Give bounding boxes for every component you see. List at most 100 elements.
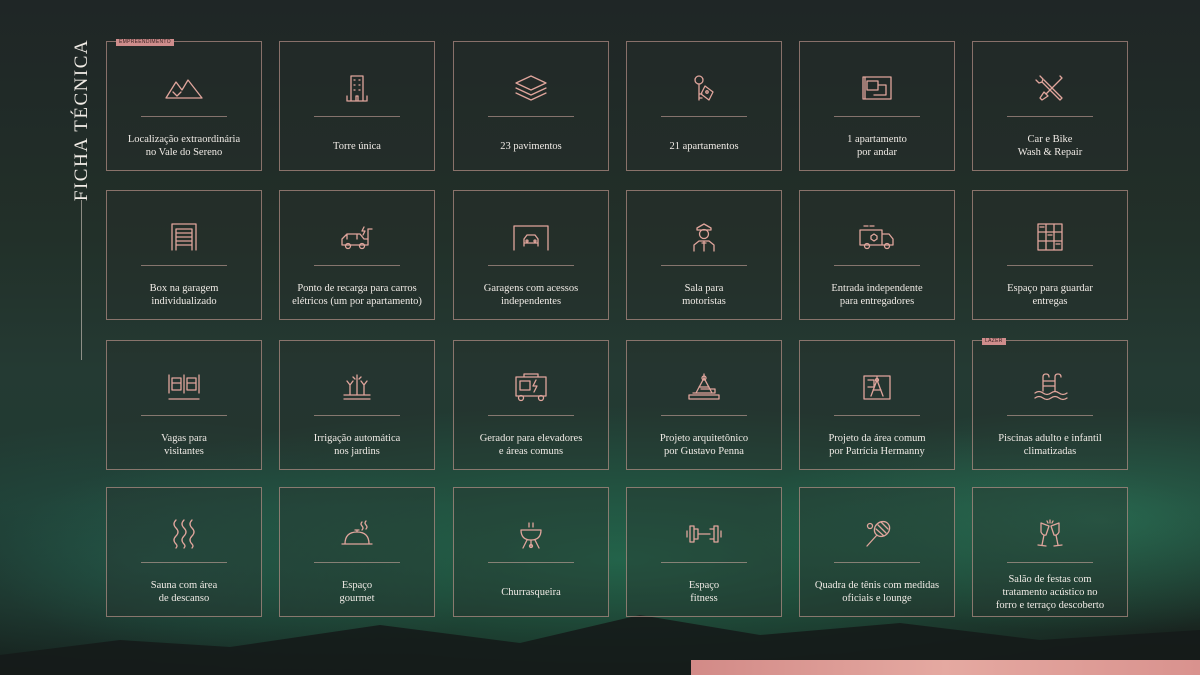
category-tag-lazer: LAZER: [982, 338, 1006, 345]
card-divider: [1007, 265, 1093, 266]
card-divider: [661, 116, 747, 117]
card-divider: [488, 415, 574, 416]
mountain-icon: [163, 72, 205, 104]
feature-card-torre: Torre única: [279, 41, 435, 171]
feature-card-fitness: Espaço fitness: [626, 487, 782, 617]
feature-card-projeto-arquitetonico: Projeto arquitetônico por Gustavo Penna: [626, 340, 782, 470]
keys-icon: [683, 72, 725, 104]
card-divider: [314, 415, 400, 416]
lockers-icon: [1029, 221, 1071, 253]
card-divider: [834, 116, 920, 117]
feature-label: Box na garagem individualizado: [149, 283, 219, 307]
feature-card-localizacao: EMPREENDIMENTO Localização extraordinári…: [106, 39, 262, 171]
feature-card-por-andar: 1 apartamento por andar: [799, 41, 955, 171]
feature-label: Projeto arquitetônico por Gustavo Penna: [659, 433, 749, 457]
visitor-cars-icon: [163, 371, 205, 403]
card-divider: [834, 415, 920, 416]
feature-card-recarga: Ponto de recarga para carros elétricos (…: [279, 190, 435, 320]
irrigation-icon: [336, 371, 378, 403]
floor-plan-icon: [856, 72, 898, 104]
feature-card-wash-repair: Car e Bike Wash & Repair: [972, 41, 1128, 171]
feature-label: Torre única: [333, 140, 381, 152]
card-divider: [488, 562, 574, 563]
feature-card-garagens: Garagens com acessos independentes: [453, 190, 609, 320]
architect-compass-icon: [683, 371, 725, 403]
card-divider: [141, 116, 227, 117]
feature-label: Localização extraordinária no Vale do Se…: [127, 134, 241, 158]
feature-label: Salão de festas com tratamento acústico …: [995, 573, 1105, 611]
feature-label: Gerador para elevadores e áreas comuns: [479, 433, 583, 457]
card-divider: [661, 265, 747, 266]
feature-card-tenis: Quadra de tênis com medidas oficiais e l…: [799, 487, 955, 617]
section-title: FICHA TÉCNICA: [71, 38, 92, 202]
feature-card-salao-festas: Salão de festas com tratamento acústico …: [972, 487, 1128, 617]
feature-label: Quadra de tênis com medidas oficiais e l…: [814, 580, 940, 604]
card-divider: [141, 415, 227, 416]
feature-card-apartamentos: 21 apartamentos: [626, 41, 782, 171]
card-divider: [314, 562, 400, 563]
feature-label: Irrigação automática nos jardins: [313, 433, 401, 457]
feature-label: 21 apartamentos: [669, 140, 739, 152]
feature-label: Projeto da área comum por Patrícia Herma…: [828, 433, 926, 457]
feature-label: Espaço para guardar entregas: [1007, 283, 1093, 307]
feature-label: Garagens com acessos independentes: [483, 283, 579, 307]
garage-car-icon: [510, 221, 552, 253]
feature-card-box-garagem: Box na garagem individualizado: [106, 190, 262, 320]
feature-label: Sala para motoristas: [682, 283, 726, 307]
footer-accent-bar: [691, 660, 1200, 675]
card-divider: [488, 265, 574, 266]
feature-card-pavimentos: 23 pavimentos: [453, 41, 609, 171]
feature-card-gourmet: Espaço gourmet: [279, 487, 435, 617]
garage-door-icon: [163, 221, 205, 253]
feature-label: Vagas para visitantes: [161, 433, 207, 457]
barbecue-grill-icon: [510, 518, 552, 550]
stacked-layers-icon: [510, 72, 552, 104]
feature-card-churrasqueira: Churrasqueira: [453, 487, 609, 617]
feature-label: Ponto de recarga para carros elétricos (…: [292, 283, 422, 307]
feature-label: Sauna com área de descanso: [150, 580, 218, 604]
feature-label: Piscinas adulto e infantil climatizadas: [998, 433, 1102, 457]
blueprint-compass-icon: [856, 371, 898, 403]
feature-label: Entrada independente para entregadores: [831, 283, 923, 307]
card-divider: [314, 116, 400, 117]
card-divider: [1007, 415, 1093, 416]
card-divider: [141, 265, 227, 266]
category-tag-empreendimento: EMPREENDIMENTO: [116, 39, 174, 46]
feature-label: Car e Bike Wash & Repair: [1017, 134, 1083, 158]
card-divider: [834, 265, 920, 266]
card-divider: [1007, 562, 1093, 563]
feature-label: Espaço gourmet: [339, 580, 375, 604]
card-divider: [661, 562, 747, 563]
feature-card-vagas-visitantes: Vagas para visitantes: [106, 340, 262, 470]
title-divider: [81, 200, 82, 360]
feature-card-motoristas: Sala para motoristas: [626, 190, 782, 320]
feature-card-gerador: Gerador para elevadores e áreas comuns: [453, 340, 609, 470]
tools-icon: [1029, 72, 1071, 104]
feature-label: 1 apartamento por andar: [847, 134, 907, 158]
champagne-glasses-icon: [1029, 518, 1071, 550]
card-divider: [661, 415, 747, 416]
dumbbell-icon: [683, 518, 725, 550]
sauna-steam-icon: [163, 518, 205, 550]
tennis-racket-icon: [856, 518, 898, 550]
delivery-truck-icon: [856, 221, 898, 253]
feature-card-piscinas: LAZER Piscinas adulto e infantil climati…: [972, 338, 1128, 470]
feature-card-sauna: Sauna com área de descanso: [106, 487, 262, 617]
feature-card-irrigacao: Irrigação automática nos jardins: [279, 340, 435, 470]
card-divider: [488, 116, 574, 117]
feature-label: 23 pavimentos: [500, 140, 562, 152]
card-divider: [314, 265, 400, 266]
generator-icon: [510, 371, 552, 403]
electric-car-charging-icon: [336, 221, 378, 253]
tower-building-icon: [336, 72, 378, 104]
card-divider: [141, 562, 227, 563]
card-divider: [1007, 116, 1093, 117]
feature-card-area-comum: Projeto da área comum por Patrícia Herma…: [799, 340, 955, 470]
chauffeur-icon: [683, 221, 725, 253]
pool-icon: [1029, 371, 1071, 403]
feature-label: Espaço fitness: [688, 580, 720, 604]
card-divider: [834, 562, 920, 563]
feature-card-guardar-entregas: Espaço para guardar entregas: [972, 190, 1128, 320]
feature-card-entregadores: Entrada independente para entregadores: [799, 190, 955, 320]
cloche-icon: [336, 518, 378, 550]
